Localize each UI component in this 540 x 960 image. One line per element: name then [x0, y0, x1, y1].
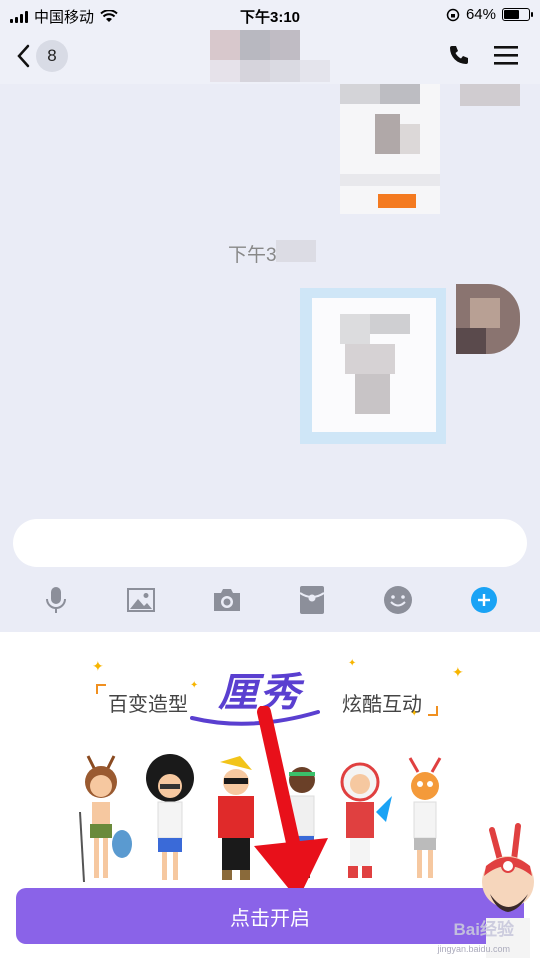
menu-icon[interactable]: [494, 45, 518, 65]
emoji-icon: [384, 586, 412, 614]
watermark: Bai经验: [453, 920, 514, 939]
image-icon: [127, 588, 155, 612]
contact-name-blurred: [210, 30, 330, 82]
star-icon: ✦: [452, 664, 464, 680]
image-button[interactable]: [121, 580, 161, 620]
unread-badge: 8: [36, 40, 68, 72]
message-input[interactable]: [13, 519, 527, 567]
red-arrow-annotation: [254, 706, 328, 900]
input-area: [0, 510, 540, 632]
red-packet-button[interactable]: [292, 580, 332, 620]
rotation-lock-icon: [446, 8, 460, 21]
emoji-button[interactable]: [378, 580, 418, 620]
status-bar: 中国移动 下午3:10 64%: [0, 0, 540, 30]
battery-percent: 64%: [465, 6, 496, 23]
more-button[interactable]: [464, 580, 504, 620]
slogan-left: 百变造型: [108, 694, 188, 716]
star-icon: ✦: [190, 680, 199, 691]
character-deer-mask: [408, 757, 442, 878]
chat-messages[interactable]: 下午3: [0, 84, 540, 510]
plus-icon: [471, 587, 497, 613]
input-toolbar: [0, 580, 540, 620]
watermark-url: jingyan.baidu.com: [437, 944, 510, 954]
character-deer-girl: [79, 755, 132, 883]
character-afro-boy: [146, 754, 194, 880]
back-button[interactable]: 8: [16, 40, 68, 72]
microphone-icon: [46, 587, 66, 613]
open-button[interactable]: 点击开启: [16, 888, 524, 944]
phone-icon[interactable]: [448, 44, 470, 66]
character-astronaut: [340, 762, 392, 878]
battery-icon: [502, 8, 533, 21]
slogan-right: 炫酷互动: [342, 694, 422, 716]
camera-icon: [214, 589, 240, 611]
voice-button[interactable]: [36, 580, 76, 620]
camera-button[interactable]: [207, 580, 247, 620]
star-icon: ✦: [348, 658, 357, 669]
bracket-decoration: [96, 684, 106, 694]
bracket-decoration: [428, 706, 438, 716]
chat-header: 8: [0, 30, 540, 84]
back-chevron-icon: [17, 44, 30, 68]
message-time-label: 下午3: [228, 245, 277, 266]
star-icon: ✦: [92, 658, 104, 674]
avatar-promo-panel: ✦ ✦ ✦ ✦ ✦ 百变造型 厘秀 炫酷互动 点击开启 Bai经验 jingya…: [0, 632, 540, 960]
red-packet-icon: [299, 586, 325, 614]
